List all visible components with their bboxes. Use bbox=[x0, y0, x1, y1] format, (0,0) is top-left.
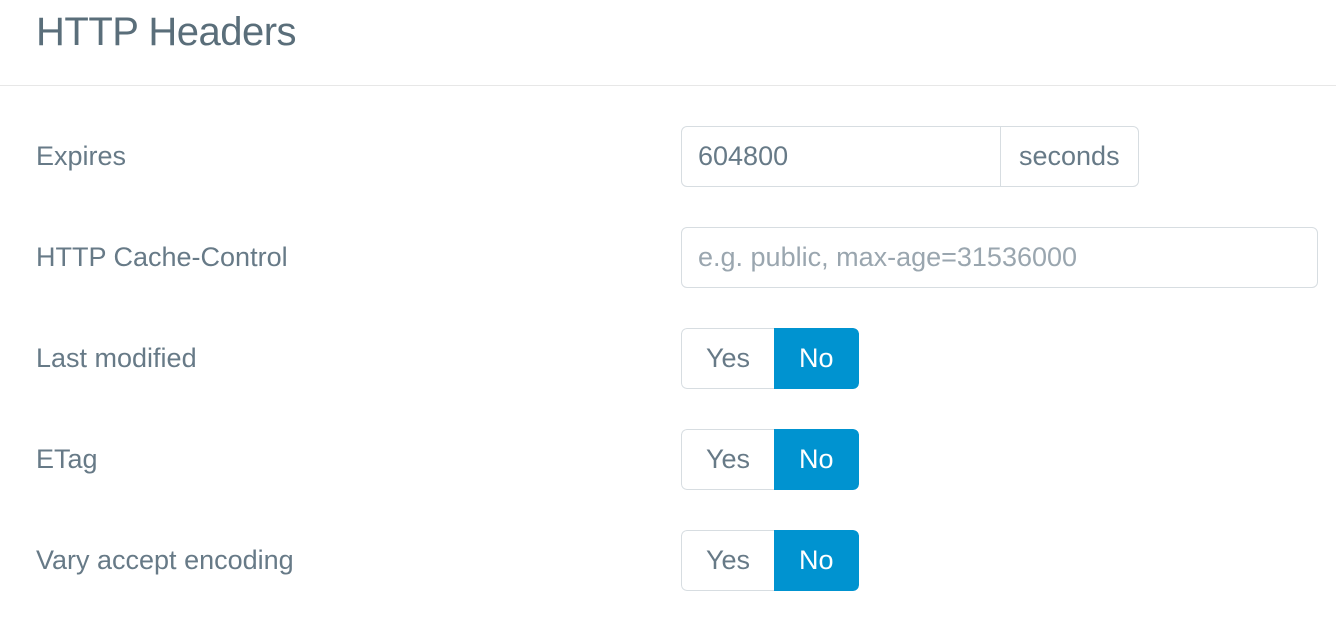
last-modified-label: Last modified bbox=[36, 343, 681, 374]
cache-control-row: HTTP Cache-Control bbox=[36, 227, 1300, 288]
expires-input[interactable] bbox=[681, 126, 1001, 187]
expires-input-group: seconds bbox=[681, 126, 1151, 187]
vary-accept-encoding-control: Yes No bbox=[681, 530, 1300, 591]
etag-no-button[interactable]: No bbox=[774, 429, 859, 490]
etag-toggle: Yes No bbox=[681, 429, 859, 490]
last-modified-row: Last modified Yes No bbox=[36, 328, 1300, 389]
expires-label: Expires bbox=[36, 141, 681, 172]
last-modified-yes-button[interactable]: Yes bbox=[681, 328, 774, 389]
expires-unit: seconds bbox=[1001, 126, 1139, 187]
expires-control: seconds bbox=[681, 126, 1300, 187]
expires-row: Expires seconds bbox=[36, 126, 1300, 187]
cache-control-input-cell bbox=[681, 227, 1318, 288]
etag-label: ETag bbox=[36, 444, 681, 475]
page-header: HTTP Headers bbox=[0, 0, 1336, 86]
last-modified-toggle: Yes No bbox=[681, 328, 859, 389]
vary-accept-encoding-yes-button[interactable]: Yes bbox=[681, 530, 774, 591]
vary-accept-encoding-row: Vary accept encoding Yes No bbox=[36, 530, 1300, 591]
cache-control-input[interactable] bbox=[681, 227, 1318, 288]
page-title: HTTP Headers bbox=[36, 10, 1300, 55]
last-modified-no-button[interactable]: No bbox=[774, 328, 859, 389]
cache-control-label: HTTP Cache-Control bbox=[36, 242, 681, 273]
etag-control: Yes No bbox=[681, 429, 1300, 490]
vary-accept-encoding-label: Vary accept encoding bbox=[36, 545, 681, 576]
etag-row: ETag Yes No bbox=[36, 429, 1300, 490]
last-modified-control: Yes No bbox=[681, 328, 1300, 389]
form-area: Expires seconds HTTP Cache-Control Last … bbox=[0, 86, 1336, 591]
etag-yes-button[interactable]: Yes bbox=[681, 429, 774, 490]
vary-accept-encoding-no-button[interactable]: No bbox=[774, 530, 859, 591]
vary-accept-encoding-toggle: Yes No bbox=[681, 530, 859, 591]
